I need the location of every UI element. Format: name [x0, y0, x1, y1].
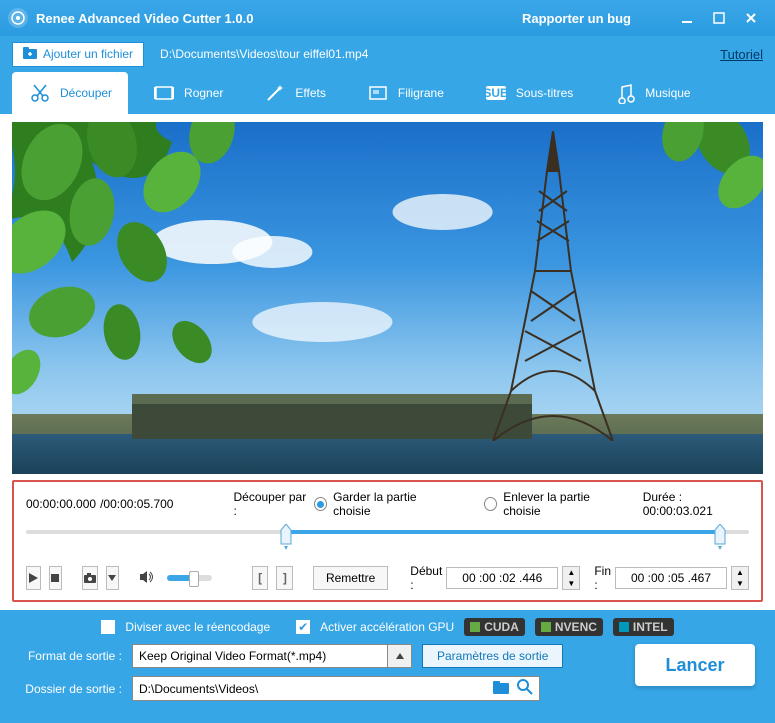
radio-keep-label: Garder la partie choisie [333, 490, 449, 518]
app-title: Renee Advanced Video Cutter 1.0.0 [36, 11, 253, 26]
start-time-spinner[interactable]: ▲▼ [562, 566, 580, 590]
tab-crop[interactable]: Rogner [136, 72, 239, 114]
eiffel-tower-illustration [483, 131, 623, 444]
split-reencode-label: Diviser avec le réencodage [125, 620, 270, 634]
cut-range-slider[interactable] [26, 524, 749, 554]
output-folder-input[interactable] [139, 682, 493, 696]
close-button[interactable] [735, 6, 767, 30]
tab-music-label: Musique [645, 86, 690, 100]
tab-subtitles-label: Sous-titres [516, 86, 573, 100]
current-time: 00:00:00.000 [26, 497, 96, 511]
tutorial-link[interactable]: Tutoriel [720, 47, 763, 62]
tab-subtitles[interactable]: SUB Sous-titres [468, 72, 589, 114]
badge-cuda: CUDA [464, 618, 525, 636]
video-preview[interactable] [12, 122, 763, 474]
range-end-handle[interactable] [711, 524, 729, 550]
browse-folder-icon[interactable] [493, 680, 511, 697]
reset-button[interactable]: Remettre [313, 566, 388, 590]
volume-slider[interactable] [167, 575, 212, 581]
snapshot-dropdown[interactable] [106, 566, 119, 590]
output-params-button[interactable]: Paramètres de sortie [422, 644, 563, 668]
tab-music[interactable]: Musique [597, 72, 706, 114]
cut-by-label: Découper par : [233, 490, 307, 518]
open-folder-icon[interactable] [517, 679, 533, 698]
crop-icon [152, 81, 176, 105]
file-toolbar: Ajouter un fichier D:\Documents\Videos\t… [0, 36, 775, 72]
title-bar: Renee Advanced Video Cutter 1.0.0 Rappor… [0, 0, 775, 36]
radio-remove[interactable] [484, 497, 497, 511]
folder-label: Dossier de sortie : [12, 682, 122, 696]
leaves-illustration [12, 122, 332, 402]
play-button[interactable] [26, 566, 41, 590]
preview-area [0, 114, 775, 474]
launch-button[interactable]: Lancer [635, 644, 755, 686]
end-label: Fin : [594, 564, 611, 592]
format-label: Format de sortie : [12, 649, 122, 663]
cut-controls-panel: 00:00:00.000 /00:00:05.700 Découper par … [12, 480, 763, 602]
duration-label: Durée : [643, 490, 682, 504]
playhead-time: 00:00:00.000 /00:00:05.700 [26, 497, 173, 511]
start-label: Début : [410, 564, 442, 592]
tab-watermark-label: Filigrane [398, 86, 444, 100]
mark-out-button[interactable]: ] [276, 566, 293, 590]
format-dropdown-button[interactable] [388, 644, 412, 668]
add-file-button[interactable]: Ajouter un fichier [12, 42, 144, 67]
range-start-handle[interactable] [277, 524, 295, 550]
radio-keep[interactable] [314, 497, 327, 511]
add-file-icon [23, 47, 37, 62]
tab-effects[interactable]: Effets [247, 72, 341, 114]
tab-watermark[interactable]: Filigrane [350, 72, 460, 114]
badge-nvenc: NVENC [535, 618, 603, 636]
duration-value: 00:00:03.021 [643, 504, 713, 518]
subtitles-icon: SUB [484, 81, 508, 105]
stop-button[interactable] [49, 566, 62, 590]
output-panel: Diviser avec le réencodage ✔ Activer acc… [0, 610, 775, 723]
maximize-button[interactable] [703, 6, 735, 30]
scissors-icon [28, 81, 52, 105]
end-time-input[interactable]: 00 :00 :05 .467 [615, 567, 727, 589]
badge-intel: INTEL [613, 618, 674, 636]
radio-remove-label: Enlever la partie choisie [503, 490, 622, 518]
add-file-label: Ajouter un fichier [43, 47, 133, 61]
format-select[interactable] [132, 644, 388, 668]
tab-cut[interactable]: Découper [12, 72, 128, 114]
checkbox-gpu-accel[interactable]: ✔ [296, 620, 310, 634]
tabs-bar: Découper Rogner Effets Filigrane SUB Sou… [0, 72, 775, 114]
start-time-input[interactable]: 00 :00 :02 .446 [446, 567, 558, 589]
app-logo-icon [8, 8, 28, 28]
snapshot-button[interactable] [82, 566, 98, 590]
volume-icon[interactable] [139, 570, 155, 587]
watermark-icon [366, 81, 390, 105]
end-time-spinner[interactable]: ▲▼ [731, 566, 749, 590]
svg-text:SUB: SUB [484, 86, 508, 100]
report-bug-link[interactable]: Rapporter un bug [522, 11, 631, 26]
music-icon [613, 81, 637, 105]
gpu-accel-label: Activer accélération GPU [320, 620, 454, 634]
mark-in-button[interactable]: [ [252, 566, 269, 590]
checkbox-split-reencode[interactable] [101, 620, 115, 634]
tab-effects-label: Effets [295, 86, 325, 100]
current-file-path: D:\Documents\Videos\tour eiffel01.mp4 [160, 47, 368, 61]
wand-icon [263, 81, 287, 105]
total-time: /00:00:05.700 [100, 497, 173, 511]
tab-cut-label: Découper [60, 86, 112, 100]
minimize-button[interactable] [671, 6, 703, 30]
tab-crop-label: Rogner [184, 86, 223, 100]
